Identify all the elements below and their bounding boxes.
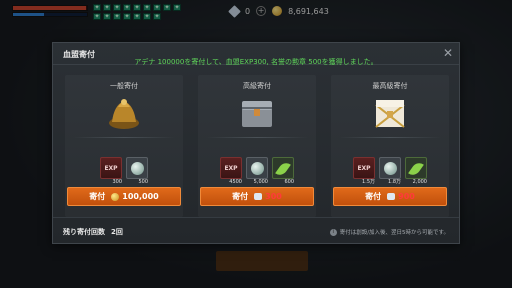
reward-quantity: 1.5万: [362, 179, 375, 185]
info-text: 寄付は創設/加入後、翌日5時から可能です。: [339, 230, 449, 236]
donation-tier: 一般寄付 EXP 300 500 寄付 100,000: [65, 75, 183, 217]
reward-quantity: 600: [284, 179, 294, 185]
reward-quantity: 4500: [229, 179, 242, 185]
reward-item[interactable]: 5,000: [246, 157, 268, 185]
info-icon: i: [329, 228, 337, 236]
donate-button[interactable]: 寄付 300: [200, 187, 314, 206]
reward-quantity: 500: [138, 179, 148, 185]
cost-amount: 300: [265, 192, 282, 201]
cost-amount: 900: [398, 192, 415, 201]
reward-list: EXP 4500 5,000 600: [198, 157, 316, 185]
info-note: i 寄付は創設/加入後、翌日5時から可能です。: [329, 228, 449, 236]
leaf-icon: [275, 160, 291, 178]
donate-button[interactable]: 寄付 100,000: [67, 187, 181, 206]
donate-button-label: 寄付: [232, 192, 249, 201]
reward-quantity: 300: [112, 179, 122, 185]
donate-button-label: 寄付: [89, 192, 106, 201]
reward-item[interactable]: 500: [126, 157, 148, 185]
reward-quantity: 1.8万: [388, 179, 401, 185]
reward-item[interactable]: EXP 300: [100, 157, 122, 185]
reward-item[interactable]: 600: [272, 157, 294, 185]
donation-result-notice: アデナ 100000を寄付して、血盟EXP300, 名誉の勲章 500を獲得しま…: [134, 58, 378, 66]
remaining-donations: 残り寄付回数 2回: [63, 227, 123, 237]
divider: [339, 137, 441, 138]
reward-item[interactable]: 1.8万: [379, 157, 401, 185]
honor-medal-icon: [131, 162, 144, 175]
donation-cost: 300: [254, 192, 282, 201]
cost-amount: 100,000: [122, 192, 159, 201]
red-diamond-icon: [254, 193, 263, 200]
dialog-footer: 残り寄付回数 2回 i 寄付は創設/加入後、翌日5時から可能です。: [53, 217, 459, 243]
honor-medal-icon: [384, 162, 397, 175]
reward-item[interactable]: EXP 4500: [220, 157, 242, 185]
reward-quantity: 5,000: [253, 179, 268, 185]
reward-list: EXP 300 500: [65, 157, 183, 185]
donation-tiers: 一般寄付 EXP 300 500 寄付 100,000 高級寄付 EXP 4500 5,…: [65, 75, 449, 217]
remaining-label: 残り寄付回数: [63, 228, 105, 236]
exp-icon: EXP: [224, 165, 238, 172]
exp-icon: EXP: [357, 165, 371, 172]
reward-list: EXP 1.5万 1.8万 2,000: [331, 157, 449, 185]
donation-tier: 最高級寄付 EXP 1.5万 1.8万 2,000 寄付 900: [331, 75, 449, 217]
donation-box-icon: [104, 95, 144, 131]
reward-item[interactable]: EXP 1.5万: [353, 157, 375, 185]
donate-button-label: 寄付: [365, 192, 382, 201]
tier-name: 最高級寄付: [372, 82, 408, 90]
donation-tier: 高級寄付 EXP 4500 5,000 600 寄付 300: [198, 75, 316, 217]
reward-item[interactable]: 2,000: [405, 157, 427, 185]
donate-button[interactable]: 寄付 900: [333, 187, 447, 206]
remaining-count: 2回: [111, 228, 123, 236]
donation-box-icon: [237, 95, 277, 131]
tier-name: 高級寄付: [243, 82, 271, 90]
donation-cost: 900: [387, 192, 415, 201]
divider: [206, 137, 308, 138]
tier-name: 一般寄付: [110, 82, 138, 90]
reward-quantity: 2,000: [412, 179, 427, 185]
exp-icon: EXP: [104, 165, 118, 172]
donation-box-icon: [370, 95, 410, 131]
red-diamond-icon: [387, 193, 396, 200]
donation-cost: 100,000: [111, 192, 159, 201]
leaf-icon: [408, 160, 424, 178]
divider: [73, 137, 175, 138]
adena-coin-icon: [111, 192, 120, 201]
clan-donation-dialog: 血盟寄付 ✕ アデナ 100000を寄付して、血盟EXP300, 名誉の勲章 5…: [52, 42, 460, 244]
honor-medal-icon: [251, 162, 264, 175]
